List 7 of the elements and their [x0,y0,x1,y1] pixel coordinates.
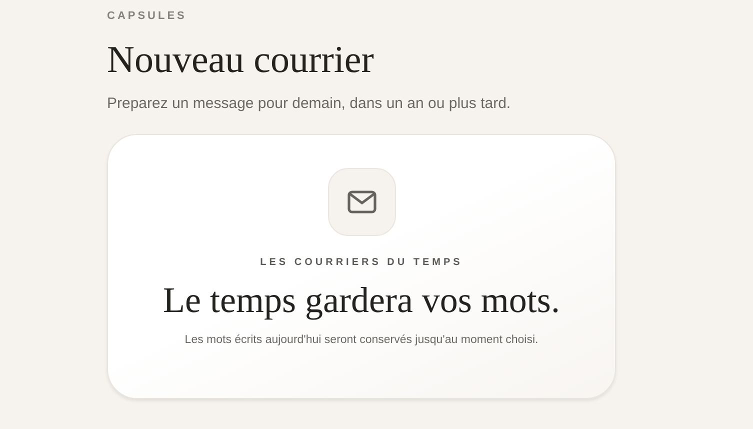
card-text: Les mots écrits aujourd'hui seront conservés jusqu'au moment choisi. [184,333,538,348]
card-eyebrow: LES COURRIERS DU TEMPS [260,256,463,270]
envelope-icon [346,190,376,214]
page-subtitle: Preparez un message pour demain, dans un an ou plus tard. [107,94,512,114]
card-heading: Le temps gardera vos mots. [163,279,560,322]
page-title: Nouveau courrier [107,38,375,82]
page-eyebrow: CAPSULES [107,9,188,24]
